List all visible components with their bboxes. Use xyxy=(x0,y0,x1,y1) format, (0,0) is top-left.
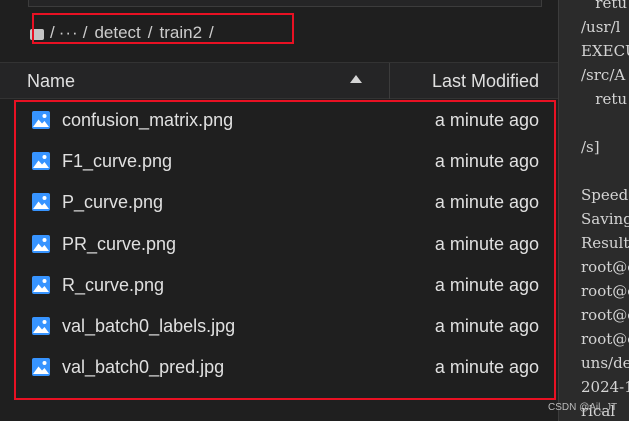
terminal-line: /src/A xyxy=(581,66,626,84)
terminal-line: EXECUT xyxy=(581,42,629,60)
watermark: CSDN @Ail_JT xyxy=(548,402,618,413)
file-browser-panel: / ··· / detect / train2 / Name Last Modi… xyxy=(0,0,558,421)
column-divider[interactable] xyxy=(389,63,390,99)
terminal-line: Result xyxy=(581,234,629,252)
terminal-line: retu xyxy=(581,0,628,12)
sort-ascending-icon[interactable] xyxy=(350,75,362,83)
filter-input-edge[interactable] xyxy=(28,0,542,7)
terminal-line: 2024-1 xyxy=(581,378,629,396)
terminal-line: uns/de xyxy=(581,354,629,372)
terminal-line: Speed xyxy=(581,186,629,204)
column-header-name[interactable]: Name xyxy=(27,71,75,92)
column-header-last-modified[interactable]: Last Modified xyxy=(432,71,539,92)
terminal-line: /usr/l xyxy=(581,18,621,36)
file-list-highlight-box xyxy=(14,100,556,400)
terminal-line: root@c xyxy=(581,306,629,324)
terminal-line: root@c xyxy=(581,330,629,348)
terminal-panel[interactable]: retu /usr/l EXECUT /src/A retu /s] Speed… xyxy=(558,0,629,421)
terminal-line: Saving xyxy=(581,210,629,228)
terminal-line: /s] xyxy=(581,138,600,156)
terminal-line: root@c xyxy=(581,258,629,276)
table-header: Name Last Modified xyxy=(0,62,558,99)
terminal-line: retu xyxy=(581,90,628,108)
breadcrumb-highlight-box xyxy=(32,13,294,44)
terminal-line: root@c xyxy=(581,282,629,300)
